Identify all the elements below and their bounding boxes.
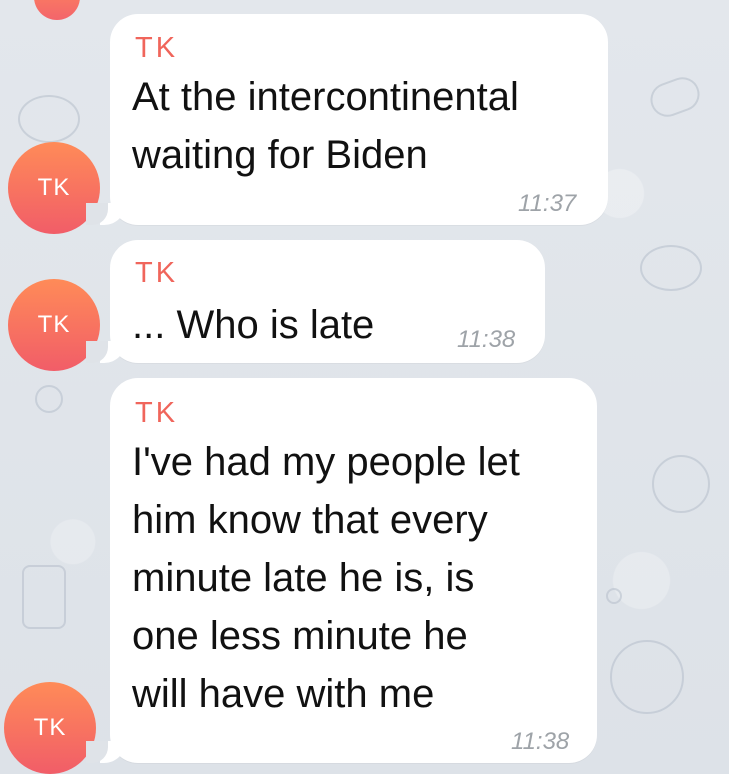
background-doodle	[640, 245, 702, 291]
avatar[interactable]: TK	[4, 682, 96, 774]
message-text: I've had my people let him know that eve…	[132, 440, 520, 716]
background-doodle	[606, 588, 622, 604]
message-timestamp: 11:38	[457, 326, 516, 353]
background-doodle	[18, 95, 80, 143]
background-doodle	[610, 640, 684, 714]
message-text: At the intercontinental waiting for Bide…	[132, 75, 519, 177]
sender-name[interactable]: TK	[135, 34, 178, 63]
sender-name[interactable]: TK	[135, 259, 178, 288]
message-bubble[interactable]: TK At the intercontinental waiting for B…	[86, 14, 608, 225]
message-text: ... Who is late	[132, 303, 375, 347]
background-doodle	[22, 565, 66, 629]
sender-name[interactable]: TK	[135, 399, 178, 428]
message-timestamp: 11:37	[518, 190, 577, 217]
message-timestamp: 11:38	[511, 728, 570, 755]
message-bubble[interactable]: TK I've had my people let him know that …	[86, 378, 597, 763]
background-doodle	[35, 385, 63, 413]
message-bubble[interactable]: TK ... Who is late 11:38	[86, 240, 545, 363]
background-doodle	[652, 455, 710, 513]
